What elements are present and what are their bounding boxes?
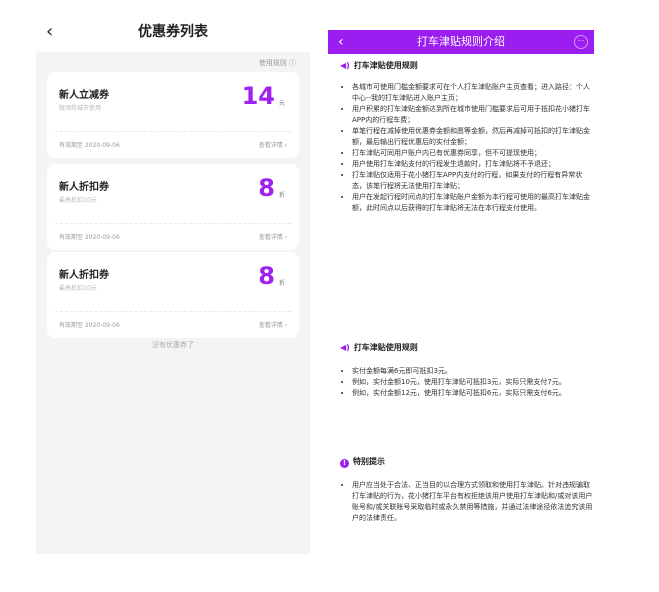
divider — [55, 131, 291, 132]
coupon-unit: 折 — [278, 192, 285, 199]
left-header: ‹ 优惠券列表 — [36, 14, 310, 52]
subsidy-rules-screen: ‹ 打车津贴规则介绍 ··· ◀)打车津贴使用规则 各城市可使用门槛金额要求可在… — [328, 30, 594, 550]
coupon-desc: 最高抵扣10元 — [59, 197, 97, 204]
coupon-unit: 元 — [278, 100, 285, 107]
list-item: 用户使用打车津贴支付的行程发生退款时，打车津贴将不予退还； — [352, 159, 594, 170]
coupon-card[interactable]: 新人立减券 限领券城市使用 14 元 有效期至 2020-09-06 查看详情 … — [47, 72, 299, 158]
list-item: 打车津贴仅适用于花小猪打车APP内支付的行程，如果支付的行程有异常状态，该笔行程… — [352, 170, 594, 192]
right-header: ‹ 打车津贴规则介绍 ··· — [328, 30, 594, 54]
coupon-amount: 8 — [258, 174, 275, 202]
rules-list: 实付金额每满6元即可抵扣3元。 例如，实付金额10元，使用打车津贴可抵扣3元，实… — [342, 366, 594, 399]
list-item: 用户应当处于合法、正当目的以合理方式领取和使用打车津贴。针对违规骗取打车津贴的行… — [352, 480, 594, 524]
view-detail-link[interactable]: 查看详情 › — [259, 232, 287, 241]
section-heading: ◀) 打车津贴使用规则 — [340, 343, 418, 352]
coupon-list-screen: ‹ 优惠券列表 使用规则 ⓘ 新人立减券 限领券城市使用 14 元 有效期至 2… — [36, 14, 310, 554]
page-title: 打车津贴规则介绍 — [417, 35, 505, 48]
coupon-card[interactable]: 新人折扣券 最高抵扣10元 8 折 有效期至 2020-09-06 查看详情 › — [47, 164, 299, 250]
speaker-icon: ◀) — [340, 343, 350, 352]
coupon-desc: 限领券城市使用 — [59, 105, 102, 112]
info-circle-icon: ! — [340, 459, 349, 468]
coupon-card[interactable]: 新人折扣券 最高抵扣10元 8 折 有效期至 2020-09-06 查看详情 › — [47, 252, 299, 338]
view-detail-link[interactable]: 查看详情 › — [259, 320, 287, 329]
divider — [55, 311, 291, 312]
section-heading: ◀) 打车津贴使用规则 — [340, 61, 418, 70]
list-item: 用户积累的打车津贴金额达到所在城市使用门槛要求后可用于抵扣花小猪打车APP内的行… — [352, 104, 594, 126]
coupon-expiry: 有效期至 2020-09-06 — [59, 322, 120, 329]
coupon-name: 新人折扣券 — [59, 182, 109, 193]
list-item: 实付金额每满6元即可抵扣3元。 — [352, 366, 594, 377]
rules-list: 各城市可使用门槛金额要求可在个人打车津贴账户主页查看；进入路径：个人中心--我的… — [342, 82, 594, 214]
list-item: 打车津贴可同用户账户内已有优惠券同享，但不可提现使用； — [352, 148, 594, 159]
rules-list: 用户应当处于合法、正当目的以合理方式领取和使用打车津贴。针对违规骗取打车津贴的行… — [342, 480, 594, 524]
divider — [55, 223, 291, 224]
list-item: 例如，实付金额10元，使用打车津贴可抵扣3元，实际只需支付7元。 — [352, 377, 594, 388]
list-item: 各城市可使用门槛金额要求可在个人打车津贴账户主页查看；进入路径：个人中心--我的… — [352, 82, 594, 104]
more-icon[interactable]: ··· — [574, 35, 588, 49]
view-detail-link[interactable]: 查看详情 › — [259, 140, 287, 149]
coupon-expiry: 有效期至 2020-09-06 — [59, 234, 120, 241]
speaker-icon: ◀) — [340, 61, 350, 70]
list-item: 例如，实付金额12元，使用打车津贴可抵扣6元，实际只需支付6元。 — [352, 388, 594, 399]
coupon-unit: 折 — [278, 280, 285, 287]
coupon-name: 新人折扣券 — [59, 270, 109, 281]
page-title: 优惠券列表 — [138, 24, 208, 40]
coupon-expiry: 有效期至 2020-09-06 — [59, 142, 120, 149]
coupon-amount: 14 — [241, 82, 275, 110]
usage-rules-link[interactable]: 使用规则 ⓘ — [259, 58, 296, 68]
list-item: 单笔行程在减掉使用优惠券金额和愿等金额，然后再减掉可抵扣的打车津贴金额，最后输出… — [352, 126, 594, 148]
no-more-coupons-text: 没有优惠券了 — [152, 341, 194, 349]
list-item: 用户在发起行程时间点的打车津贴账户金额为本行程可使用的最高打车津贴金额，此时间点… — [352, 192, 594, 214]
coupon-desc: 最高抵扣10元 — [59, 285, 97, 292]
section-heading: ! 特别提示 — [340, 456, 385, 468]
coupon-name: 新人立减券 — [59, 90, 109, 101]
coupon-amount: 8 — [258, 262, 275, 290]
